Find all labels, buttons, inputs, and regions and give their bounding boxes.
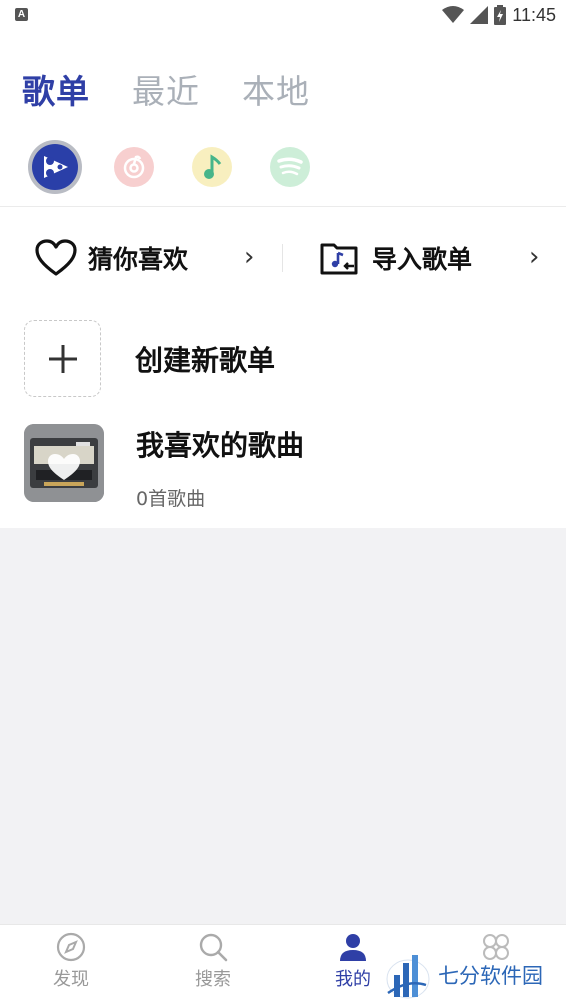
- status-bar: A 11:45: [0, 0, 566, 30]
- search-icon: [199, 933, 228, 962]
- guess-you-like-button[interactable]: 猜你喜欢: [34, 235, 188, 281]
- nav-search-label: 搜索: [195, 969, 231, 990]
- import-folder-icon: [320, 243, 358, 275]
- watermark: 七分软件园: [384, 946, 566, 1004]
- create-playlist-row[interactable]: 创建新歌单: [24, 320, 275, 397]
- status-indicators: 11:45: [442, 4, 556, 26]
- tab-playlists[interactable]: 歌单: [22, 70, 90, 114]
- main-panel: 歌单 最近 本地 猜你喜欢 › 导入歌单 › 创建新歌单 我喜欢的歌曲 0首歌曲: [0, 30, 566, 528]
- compass-icon: [56, 932, 86, 962]
- nav-mine[interactable]: 我的: [313, 931, 393, 991]
- watermark-logo-icon: [386, 955, 430, 999]
- wifi-icon: [442, 6, 465, 23]
- nav-discover[interactable]: 发现: [31, 931, 111, 991]
- guess-you-like-label: 猜你喜欢: [88, 245, 189, 274]
- source-qq-music[interactable]: [192, 147, 232, 187]
- source-netease[interactable]: [114, 147, 154, 187]
- vertical-divider: [282, 244, 283, 272]
- chevron-right-icon[interactable]: ›: [244, 242, 254, 272]
- spotify-icon: [277, 157, 303, 176]
- add-playlist-box[interactable]: [24, 320, 101, 397]
- import-playlist-label: 导入歌单: [372, 245, 473, 274]
- battery-icon: [494, 5, 507, 25]
- cassette-cover-image: [24, 424, 104, 502]
- liked-songs-cover: [24, 424, 104, 502]
- music-source-selector: [28, 140, 348, 194]
- notification-app-icon: A: [15, 8, 28, 21]
- nav-discover-label: 发现: [53, 969, 89, 990]
- source-spotify[interactable]: [270, 147, 310, 187]
- source-app[interactable]: [28, 140, 82, 194]
- nav-mine-label: 我的: [335, 969, 371, 990]
- signal-icon: [470, 6, 489, 24]
- netease-music-icon: [123, 155, 145, 179]
- create-playlist-label: 创建新歌单: [135, 343, 276, 377]
- tab-local[interactable]: 本地: [242, 70, 310, 114]
- library-tabs: 歌单 最近 本地: [22, 70, 310, 114]
- qq-music-icon: [204, 154, 222, 179]
- person-icon: [340, 934, 366, 961]
- status-time: 11:45: [512, 4, 556, 25]
- heart-outline-icon: [35, 239, 77, 276]
- liked-songs-title: 我喜欢的歌曲: [136, 429, 305, 462]
- nav-search[interactable]: 搜索: [173, 931, 253, 991]
- import-playlist-button[interactable]: 导入歌单: [320, 235, 472, 281]
- tab-recent[interactable]: 最近: [132, 70, 200, 114]
- liked-songs-row[interactable]: 我喜欢的歌曲 0首歌曲: [24, 424, 304, 511]
- chevron-right-icon[interactable]: ›: [529, 242, 539, 272]
- section-divider: [0, 206, 566, 207]
- app-logo-icon: [44, 156, 68, 178]
- plus-icon: [48, 344, 77, 373]
- liked-songs-count: 0首歌曲: [136, 488, 206, 510]
- watermark-text: 七分软件园: [438, 964, 543, 988]
